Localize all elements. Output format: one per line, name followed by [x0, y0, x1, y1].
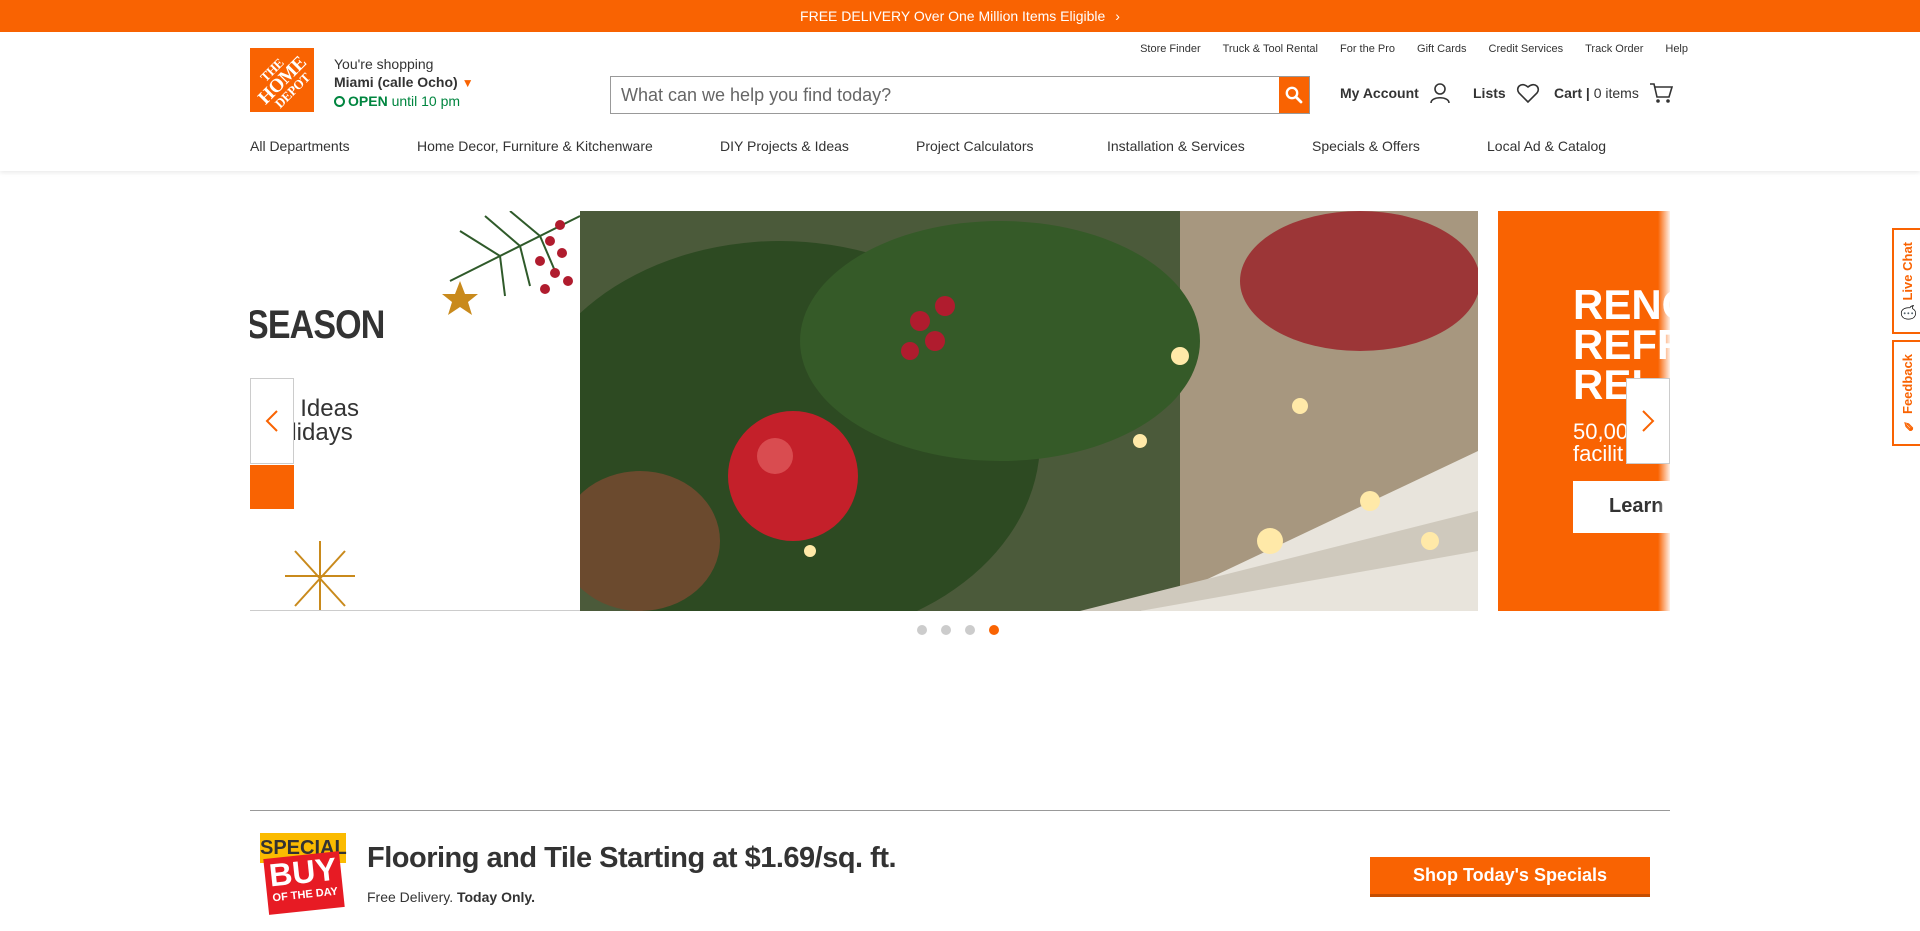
nav-local-ad-catalog[interactable]: Local Ad & Catalog	[1487, 138, 1606, 154]
promo-text: FREE DELIVERY Over One Million Items Eli…	[800, 8, 1106, 24]
learn-more-button[interactable]: Learn	[1573, 481, 1670, 533]
nav-all-departments[interactable]: All Departments	[250, 138, 417, 154]
christmas-garland-image	[580, 211, 1478, 611]
lists-label: Lists	[1473, 85, 1506, 101]
my-account-label: My Account	[1340, 85, 1419, 101]
nav-diy-projects[interactable]: DIY Projects & Ideas	[720, 138, 916, 154]
slide-title: SEASON	[250, 303, 385, 347]
carousel-dot-3[interactable]	[965, 625, 975, 635]
carousel-next-button[interactable]	[1626, 378, 1670, 464]
util-link-store-finder[interactable]: Store Finder	[1140, 43, 1201, 55]
util-link-track-order[interactable]: Track Order	[1585, 43, 1643, 55]
search-bar	[610, 76, 1310, 114]
special-buy-of-the-day-logo: SPECIAL BUY OF THE DAY	[260, 833, 347, 915]
live-chat-tab[interactable]: 💬 Live Chat	[1892, 228, 1920, 334]
section-divider	[250, 810, 1670, 811]
hero-carousel: SEASON Y Ideas olidays RENO REF	[250, 211, 1670, 611]
lists-link[interactable]: Lists	[1473, 82, 1540, 104]
slide-cta-button[interactable]	[250, 465, 294, 509]
heart-icon	[1516, 83, 1539, 104]
slide-subtext: 50,00 facilit	[1573, 419, 1629, 466]
nav-project-calculators[interactable]: Project Calculators	[916, 138, 1107, 154]
utility-links: Store Finder Truck & Tool Rental For the…	[1118, 43, 1688, 55]
carousel-slide-holiday-image[interactable]	[580, 211, 1478, 611]
nav-specials-offers[interactable]: Specials & Offers	[1312, 138, 1487, 154]
carousel-dots	[917, 625, 999, 635]
cart-icon	[1649, 83, 1673, 103]
buy-badge: BUY OF THE DAY	[263, 851, 345, 915]
chevron-down-icon: ▼	[461, 76, 474, 90]
search-icon	[1285, 86, 1303, 104]
store-label: You're shopping	[334, 56, 434, 72]
carousel-dot-2[interactable]	[941, 625, 951, 635]
main-nav: All Departments Home Decor, Furniture & …	[250, 138, 1606, 154]
carousel-dot-4[interactable]	[989, 625, 999, 635]
promo-banner[interactable]: FREE DELIVERY Over One Million Items Eli…	[0, 0, 1920, 32]
shop-todays-specials-button[interactable]: Shop Today's Specials	[1370, 857, 1650, 897]
search-input[interactable]	[611, 77, 1279, 113]
store-name[interactable]: Miami (calle Ocho) ▼	[334, 73, 474, 92]
chevron-right-icon	[1642, 410, 1655, 432]
chat-icon: 💬	[1899, 304, 1915, 320]
util-link-help[interactable]: Help	[1665, 43, 1688, 55]
logo-text: THE HOME DEPOT	[253, 51, 313, 111]
deal-subtitle: Free Delivery. Today Only.	[367, 889, 536, 905]
nav-home-decor[interactable]: Home Decor, Furniture & Kitchenware	[417, 138, 720, 154]
my-account-link[interactable]: My Account	[1340, 82, 1451, 104]
util-link-credit-services[interactable]: Credit Services	[1489, 43, 1564, 55]
carousel-slide-holiday-ideas[interactable]: SEASON Y Ideas olidays	[250, 211, 580, 611]
store-hours: OPEN until 10 pm	[334, 92, 474, 110]
chevron-right-icon: ›	[1115, 8, 1120, 24]
open-status-icon	[334, 96, 345, 107]
cart-link[interactable]: Cart | 0 items	[1554, 82, 1673, 104]
search-button[interactable]	[1279, 77, 1309, 113]
user-icon	[1430, 83, 1450, 104]
util-link-truck-tool-rental[interactable]: Truck & Tool Rental	[1223, 43, 1318, 55]
util-link-gift-cards[interactable]: Gift Cards	[1417, 43, 1467, 55]
chevron-left-icon	[265, 410, 278, 432]
carousel-dot-1[interactable]	[917, 625, 927, 635]
cart-label: Cart | 0 items	[1554, 85, 1639, 101]
carousel-prev-button[interactable]	[250, 378, 294, 464]
store-selector[interactable]: You're shopping Miami (calle Ocho) ▼ OPEN…	[334, 55, 474, 110]
home-depot-logo[interactable]: THE HOME DEPOT	[250, 48, 314, 112]
ornament-decoration	[285, 541, 355, 610]
nav-installation-services[interactable]: Installation & Services	[1107, 138, 1312, 154]
feedback-icon: ✎	[1899, 417, 1915, 433]
feedback-tab[interactable]: ✎ Feedback	[1892, 340, 1920, 446]
deal-title: Flooring and Tile Starting at $1.69/sq. …	[367, 842, 897, 874]
util-link-for-the-pro[interactable]: For the Pro	[1340, 43, 1395, 55]
